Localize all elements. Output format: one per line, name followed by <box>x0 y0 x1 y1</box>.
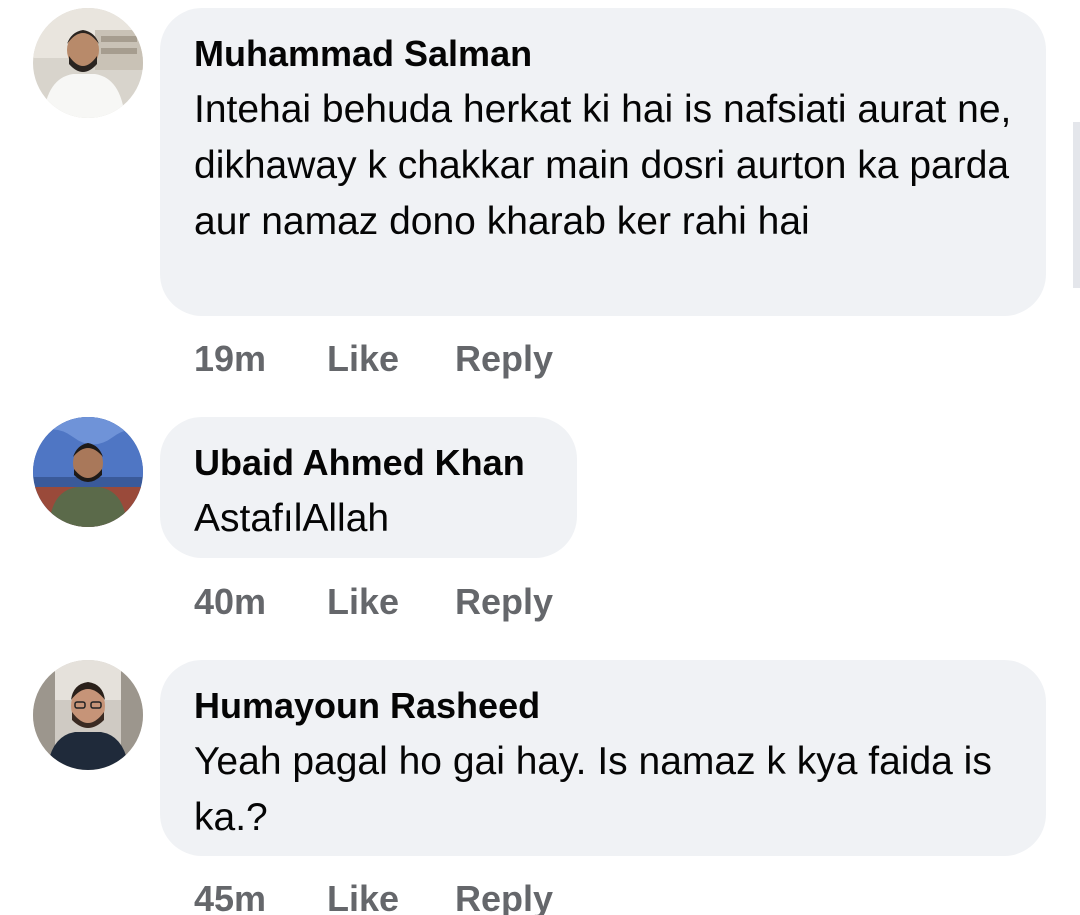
avatar-photo-icon <box>33 417 143 527</box>
avatar-photo-icon <box>33 660 143 770</box>
comment-text: Intehai behuda herkat ki hai is nafsiati… <box>194 88 1012 243</box>
like-button[interactable]: Like <box>327 580 455 624</box>
avatar[interactable] <box>33 660 143 770</box>
comment-bubble[interactable]: Ubaid Ahmed Khan AstafılAllah <box>160 417 577 558</box>
comment-author[interactable]: Muhammad Salman <box>194 32 1012 76</box>
reply-button[interactable]: Reply <box>455 877 553 915</box>
comment-actions: 45m Like Reply <box>194 877 553 915</box>
avatar-photo-icon <box>33 8 143 118</box>
comment-bubble[interactable]: Muhammad Salman Intehai behuda herkat ki… <box>160 8 1046 316</box>
comment-timestamp[interactable]: 19m <box>194 337 327 381</box>
comment-actions: 40m Like Reply <box>194 580 553 624</box>
comment-timestamp[interactable]: 45m <box>194 877 327 915</box>
comment-bubble[interactable]: Humayoun Rasheed Yeah pagal ho gai hay. … <box>160 660 1046 856</box>
comment-timestamp[interactable]: 40m <box>194 580 327 624</box>
reply-button[interactable]: Reply <box>455 337 553 381</box>
avatar[interactable] <box>33 417 143 527</box>
comment-text: AstafılAllah <box>194 497 390 540</box>
comment-text: Yeah pagal ho gai hay. Is namaz k kya fa… <box>194 740 992 839</box>
reply-button[interactable]: Reply <box>455 580 553 624</box>
comment-author[interactable]: Humayoun Rasheed <box>194 684 1012 728</box>
scrollbar-thumb[interactable] <box>1073 122 1080 288</box>
comment-actions: 19m Like Reply <box>194 337 553 381</box>
like-button[interactable]: Like <box>327 337 455 381</box>
like-button[interactable]: Like <box>327 877 455 915</box>
avatar[interactable] <box>33 8 143 118</box>
comments-thread: Muhammad Salman Intehai behuda herkat ki… <box>0 0 1080 915</box>
comment-author[interactable]: Ubaid Ahmed Khan <box>194 441 543 485</box>
